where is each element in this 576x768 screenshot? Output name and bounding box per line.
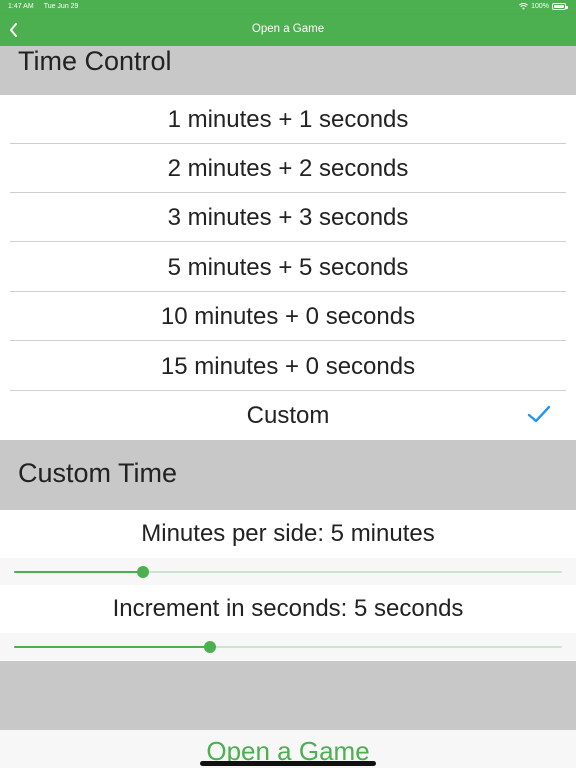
status-time-date: 1:47 AM Tue Jun 29 xyxy=(8,3,88,10)
battery-icon xyxy=(552,3,568,10)
status-time: 1:47 AM xyxy=(8,3,34,10)
row-divider xyxy=(10,241,566,242)
row-divider xyxy=(10,340,566,341)
minutes-per-side-text: Minutes per side: 5 minutes xyxy=(141,520,435,547)
time-option-3[interactable]: 3 minutes + 3 seconds xyxy=(0,193,576,242)
slider-thumb[interactable] xyxy=(203,641,216,653)
time-option-2[interactable]: 2 minutes + 2 seconds xyxy=(0,144,576,193)
time-control-header: Time Control xyxy=(0,46,576,95)
slider-thumb[interactable] xyxy=(137,566,150,578)
time-option-15[interactable]: 15 minutes + 0 seconds xyxy=(0,342,576,391)
slider-track xyxy=(14,641,562,653)
slider-fill xyxy=(14,571,144,573)
spacer xyxy=(0,661,576,730)
time-option-label: 2 minutes + 2 seconds xyxy=(167,155,409,182)
increment-slider[interactable] xyxy=(0,633,576,660)
time-option-10[interactable]: 10 minutes + 0 seconds xyxy=(0,292,576,341)
time-option-custom[interactable]: Custom xyxy=(0,391,576,440)
time-option-label: 15 minutes + 0 seconds xyxy=(160,353,416,380)
time-option-label: Custom xyxy=(246,402,330,429)
custom-time-header: Custom Time xyxy=(0,440,576,510)
minutes-per-side-label: Minutes per side: 5 minutes xyxy=(0,510,576,558)
time-option-label: 3 minutes + 3 seconds xyxy=(167,204,409,231)
time-option-label: 10 minutes + 0 seconds xyxy=(160,303,416,330)
minutes-slider[interactable] xyxy=(0,558,576,585)
wifi-icon xyxy=(519,3,529,10)
time-option-5[interactable]: 5 minutes + 5 seconds xyxy=(0,243,576,292)
slider-track xyxy=(14,566,562,578)
checkmark-icon xyxy=(527,405,551,423)
nav-bar: Open a Game xyxy=(0,14,576,46)
status-date: Tue Jun 29 xyxy=(43,3,79,10)
status-indicators: 100% xyxy=(519,3,568,10)
home-indicator xyxy=(200,761,376,766)
status-bar: 1:47 AM Tue Jun 29 100% xyxy=(0,0,576,14)
time-option-label: 5 minutes + 5 seconds xyxy=(167,254,409,281)
time-control-header-label: Time Control xyxy=(18,46,172,76)
page-title: Open a Game xyxy=(251,23,325,35)
time-option-1[interactable]: 1 minutes + 1 seconds xyxy=(0,95,576,144)
slider-fill xyxy=(14,646,210,648)
custom-time-header-label: Custom Time xyxy=(18,458,178,488)
time-option-label: 1 minutes + 1 seconds xyxy=(167,106,409,133)
footer: Open a Game xyxy=(0,730,576,768)
increment-text: Increment in seconds: 5 seconds xyxy=(112,595,464,622)
increment-label: Increment in seconds: 5 seconds xyxy=(0,585,576,633)
battery-percent: 100% xyxy=(531,3,549,10)
